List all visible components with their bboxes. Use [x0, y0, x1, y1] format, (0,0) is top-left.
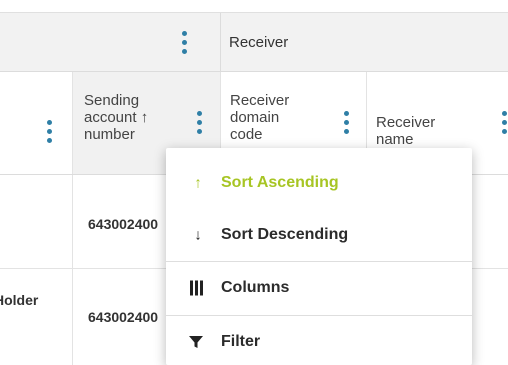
- table-cell: Holder: [0, 292, 39, 308]
- column-header-sending-account-number[interactable]: Sending account ↑ number: [84, 92, 148, 143]
- column-separator: [72, 175, 73, 268]
- group-divider: [220, 13, 221, 71]
- kebab-menu-icon[interactable]: [180, 31, 188, 55]
- column-header-receiver-name[interactable]: Receiver name: [376, 114, 435, 148]
- menu-item-label: Columns: [221, 279, 290, 296]
- table-cell-sending-account-number: 643002400: [88, 309, 159, 325]
- menu-item-columns[interactable]: Columns: [166, 262, 472, 314]
- column-separator: [72, 72, 73, 174]
- column-header-receiver-domain-code[interactable]: Receiver domain code: [230, 92, 289, 143]
- group-header-receiver: Receiver: [229, 34, 289, 51]
- menu-item-sort-ascending[interactable]: ↑ Sort Ascending: [166, 157, 472, 209]
- arrow-up-icon: ↑: [194, 174, 202, 192]
- filter-icon: [189, 336, 203, 348]
- group-header-row: Receiver: [0, 12, 508, 72]
- arrow-down-icon: ↓: [194, 226, 202, 244]
- column-separator: [72, 269, 73, 365]
- menu-item-filter[interactable]: Filter: [166, 316, 472, 365]
- table-cell-sending-account-number: 643002400: [88, 216, 159, 232]
- menu-item-sort-descending[interactable]: ↓ Sort Descending: [166, 209, 472, 261]
- columns-icon: [189, 280, 203, 296]
- menu-item-label: Sort Descending: [221, 226, 349, 243]
- column-menu-kebab-icon[interactable]: [500, 111, 508, 135]
- column-menu-kebab-icon[interactable]: [45, 120, 53, 144]
- column-menu-kebab-icon[interactable]: [342, 111, 350, 135]
- column-menu-kebab-icon[interactable]: [195, 111, 203, 135]
- menu-item-label: Filter: [221, 333, 261, 350]
- menu-item-label: Sort Ascending: [221, 174, 339, 191]
- column-menu: ↑ Sort Ascending ↓ Sort Descending Colum…: [166, 148, 472, 365]
